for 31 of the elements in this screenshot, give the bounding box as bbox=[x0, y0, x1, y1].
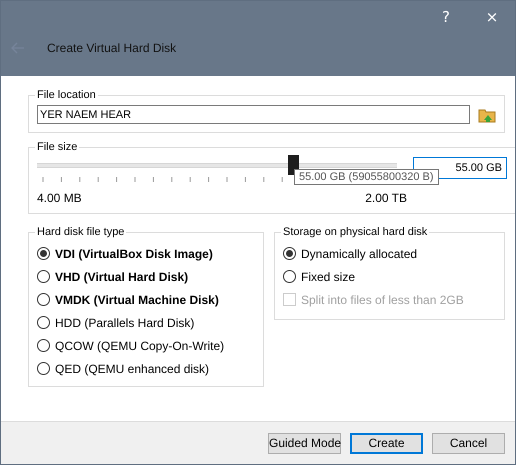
help-button[interactable]: ? bbox=[423, 1, 469, 33]
radio-icon[interactable] bbox=[283, 247, 296, 260]
radio-option[interactable]: Dynamically allocated bbox=[283, 242, 496, 265]
folder-icon[interactable] bbox=[478, 106, 496, 122]
window-title: Create Virtual Hard Disk bbox=[47, 41, 176, 55]
radio-option[interactable]: VDI (VirtualBox Disk Image) bbox=[37, 242, 255, 265]
close-button[interactable]: × bbox=[469, 1, 515, 33]
group-label: File location bbox=[36, 89, 97, 101]
dialog-button[interactable]: Guided Mode bbox=[268, 432, 341, 454]
group-label: Storage on physical hard disk bbox=[282, 226, 428, 238]
radio-icon[interactable] bbox=[37, 270, 50, 283]
radio-icon[interactable] bbox=[37, 339, 50, 352]
radio-option[interactable]: QCOW (QEMU Copy-On-Write) bbox=[37, 334, 255, 357]
file-location-field[interactable]: YER NAEM HEAR bbox=[37, 105, 470, 124]
min-size-label: 4.00 MB bbox=[37, 191, 82, 205]
max-size-label: 2.00 TB bbox=[365, 191, 407, 205]
radio-icon[interactable] bbox=[283, 270, 296, 283]
radio-option[interactable]: VMDK (Virtual Machine Disk) bbox=[37, 288, 255, 311]
radio-option[interactable]: Fixed size bbox=[283, 265, 496, 288]
radio-icon[interactable] bbox=[37, 316, 50, 329]
group-label: Hard disk file type bbox=[36, 226, 126, 238]
radio-icon[interactable] bbox=[37, 362, 50, 375]
radio-icon[interactable] bbox=[37, 247, 50, 260]
radio-option[interactable]: VHD (Virtual Hard Disk) bbox=[37, 265, 255, 288]
group-label: File size bbox=[36, 141, 78, 153]
tooltip: 55.00 GB (59055800320 B) bbox=[294, 169, 439, 185]
radio-option[interactable]: HDD (Parallels Hard Disk) bbox=[37, 311, 255, 334]
radio-option[interactable]: QED (QEMU enhanced disk) bbox=[37, 357, 255, 380]
dialog-button[interactable]: Cancel bbox=[432, 432, 505, 454]
radio-icon[interactable] bbox=[37, 293, 50, 306]
dialog-button[interactable]: Create bbox=[350, 432, 423, 454]
